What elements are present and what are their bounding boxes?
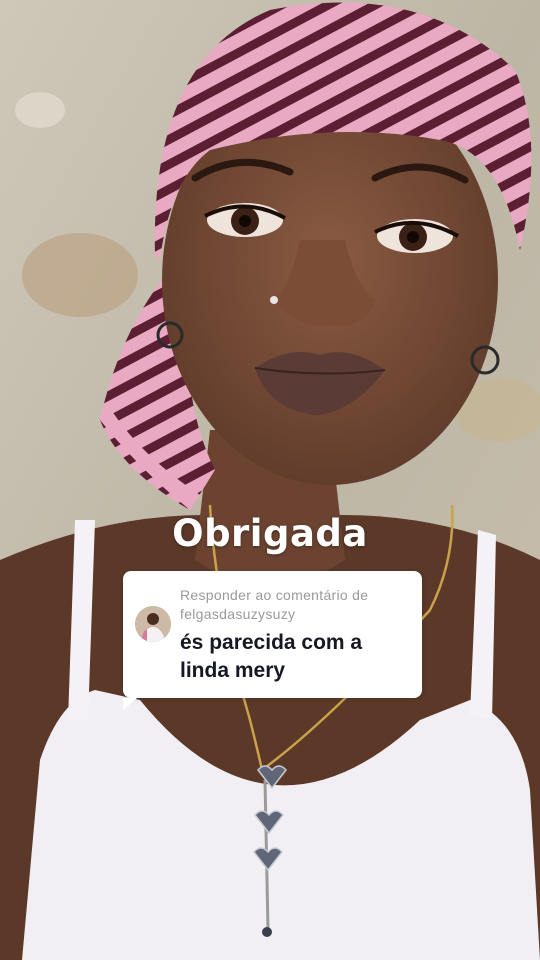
reply-label: Responder ao comentário de [180,587,369,603]
avatar [135,606,171,642]
video-frame[interactable] [0,0,540,960]
reply-header: Responder ao comentário de felgasdasuzys… [180,586,412,624]
user-avatar-icon [135,606,171,642]
reply-comment-sticker[interactable]: Responder ao comentário de felgasdasuzys… [123,571,422,710]
video-caption: Obrigada [172,512,368,555]
reply-comment-text: és parecida com a linda mery [180,631,363,682]
bubble-tail [123,698,137,710]
reply-username[interactable]: felgasdasuzysuzy [180,605,412,624]
video-background [0,0,540,960]
